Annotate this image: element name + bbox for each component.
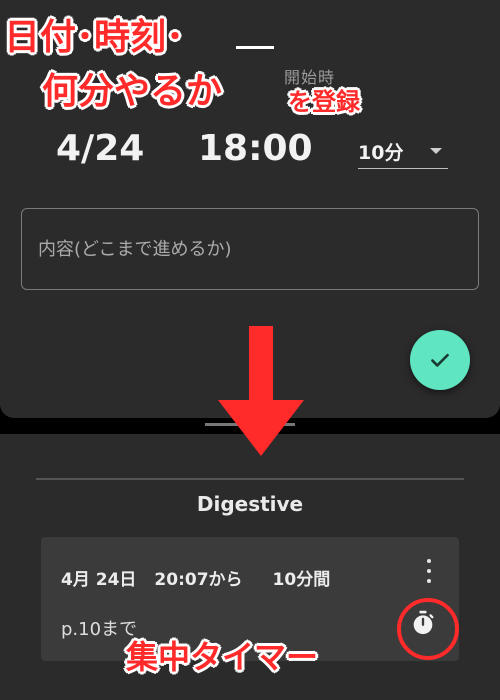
timer-highlight-circle <box>397 598 459 660</box>
session-summary: 4月 24日 20:07から 10分間 <box>61 565 348 590</box>
annotation-focus-timer: 集中タイマー <box>126 638 319 676</box>
time-display[interactable]: 18:00 <box>198 128 313 169</box>
annotation-duration: 何分やるか <box>42 71 223 112</box>
down-arrow-icon <box>218 326 304 456</box>
session-date: 4月 24日 <box>61 570 137 590</box>
duration-value: 10分 <box>358 141 404 164</box>
annotation-register: を登録 <box>288 88 360 116</box>
content-input[interactable] <box>21 208 479 290</box>
list-title: Digestive <box>196 492 304 516</box>
duration-select[interactable]: 10分 <box>358 134 448 169</box>
date-display[interactable]: 4/24 <box>56 128 144 169</box>
more-options-icon[interactable] <box>425 559 433 583</box>
session-start-time: 20:07から <box>154 570 243 590</box>
confirm-button[interactable] <box>410 330 470 390</box>
dropdown-arrow-icon <box>430 148 442 154</box>
divider <box>36 478 464 480</box>
annotation-underline <box>236 46 274 49</box>
session-duration: 10分間 <box>272 570 331 590</box>
annotation-date-time: 日付･時刻･ <box>4 17 185 58</box>
check-icon <box>431 353 449 367</box>
